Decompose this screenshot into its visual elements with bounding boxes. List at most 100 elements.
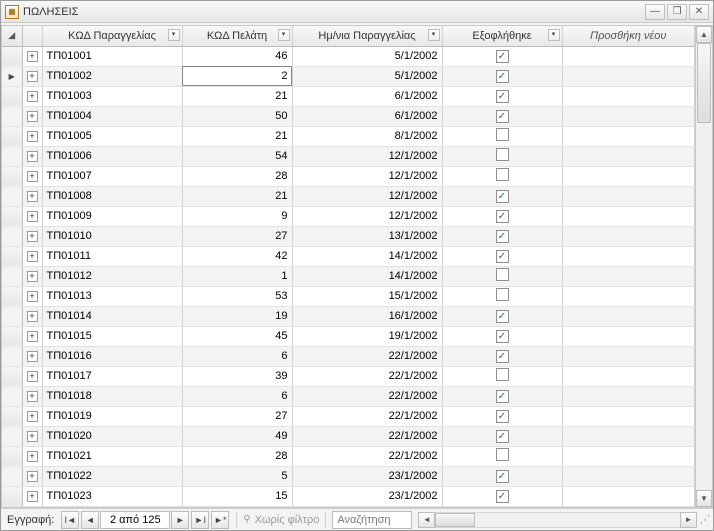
row-selector[interactable] [2, 206, 22, 226]
cell-order-date[interactable]: 12/1/2002 [292, 206, 442, 226]
cell-customer-id[interactable]: 53 [182, 286, 292, 306]
search-input[interactable] [332, 511, 412, 529]
checkbox[interactable] [496, 50, 509, 63]
plus-icon[interactable]: + [27, 231, 38, 242]
checkbox[interactable] [496, 268, 509, 281]
cell-order-date[interactable]: 22/1/2002 [292, 386, 442, 406]
checkbox[interactable] [496, 350, 509, 363]
row-selector[interactable] [2, 66, 22, 86]
plus-icon[interactable]: + [27, 411, 38, 422]
cell-order-id[interactable]: ΤΠ01016 [42, 346, 182, 366]
cell-order-id[interactable]: ΤΠ01003 [42, 86, 182, 106]
scroll-track[interactable] [696, 43, 712, 490]
plus-icon[interactable]: + [27, 311, 38, 322]
table-row[interactable]: +ΤΠ01005218/1/2002 [2, 126, 695, 146]
cell-order-id[interactable]: ΤΠ01008 [42, 186, 182, 206]
plus-icon[interactable]: + [27, 151, 38, 162]
row-selector[interactable] [2, 106, 22, 126]
cell-paid[interactable] [442, 426, 562, 446]
restore-button[interactable]: ❐ [667, 4, 687, 20]
cell-paid[interactable] [442, 326, 562, 346]
checkbox[interactable] [496, 190, 509, 203]
cell-empty[interactable] [562, 206, 695, 226]
cell-order-date[interactable]: 5/1/2002 [292, 66, 442, 86]
plus-icon[interactable]: + [27, 111, 38, 122]
expand-cell[interactable]: + [22, 346, 42, 366]
cell-empty[interactable] [562, 466, 695, 486]
row-selector[interactable] [2, 446, 22, 466]
plus-icon[interactable]: + [27, 131, 38, 142]
cell-customer-id[interactable]: 54 [182, 146, 292, 166]
table-row[interactable]: +ΤΠ01003216/1/2002 [2, 86, 695, 106]
cell-order-id[interactable]: ΤΠ01010 [42, 226, 182, 246]
cell-paid[interactable] [442, 486, 562, 506]
nav-prev-button[interactable]: ◄ [81, 511, 99, 529]
cell-order-date[interactable]: 13/1/2002 [292, 226, 442, 246]
expand-cell[interactable]: + [22, 486, 42, 506]
col-order-id[interactable]: ΚΩΔ Παραγγελίας▾ [42, 26, 182, 46]
expand-cell[interactable]: + [22, 206, 42, 226]
row-selector[interactable] [2, 326, 22, 346]
cell-order-date[interactable]: 8/1/2002 [292, 126, 442, 146]
plus-icon[interactable]: + [27, 191, 38, 202]
col-customer-id[interactable]: ΚΩΔ Πελάτη▾ [182, 26, 292, 46]
expand-cell[interactable]: + [22, 326, 42, 346]
cell-order-date[interactable]: 5/1/2002 [292, 46, 442, 66]
cell-empty[interactable] [562, 406, 695, 426]
cell-order-id[interactable]: ΤΠ01007 [42, 166, 182, 186]
checkbox[interactable] [496, 110, 509, 123]
cell-order-date[interactable]: 22/1/2002 [292, 406, 442, 426]
hscroll-thumb[interactable] [435, 513, 475, 527]
cell-order-date[interactable]: 12/1/2002 [292, 166, 442, 186]
cell-customer-id[interactable]: 21 [182, 86, 292, 106]
cell-order-date[interactable]: 23/1/2002 [292, 466, 442, 486]
cell-empty[interactable] [562, 446, 695, 466]
cell-order-date[interactable]: 6/1/2002 [292, 106, 442, 126]
cell-empty[interactable] [562, 126, 695, 146]
cell-paid[interactable] [442, 126, 562, 146]
cell-paid[interactable] [442, 66, 562, 86]
checkbox[interactable] [496, 128, 509, 141]
table-row[interactable]: +ΤΠ010192722/1/2002 [2, 406, 695, 426]
expand-cell[interactable]: + [22, 386, 42, 406]
cell-empty[interactable] [562, 346, 695, 366]
checkbox[interactable] [496, 250, 509, 263]
nav-next-button[interactable]: ► [171, 511, 189, 529]
scroll-up-icon[interactable]: ▲ [696, 26, 712, 43]
cell-empty[interactable] [562, 426, 695, 446]
nav-last-button[interactable]: ►I [191, 511, 209, 529]
table-row[interactable]: +ΤΠ010141916/1/2002 [2, 306, 695, 326]
cell-customer-id[interactable]: 21 [182, 126, 292, 146]
cell-order-id[interactable]: ΤΠ01020 [42, 426, 182, 446]
cell-customer-id[interactable]: 1 [182, 266, 292, 286]
table-row[interactable]: +ΤΠ01009912/1/2002 [2, 206, 695, 226]
cell-paid[interactable] [442, 86, 562, 106]
row-selector[interactable] [2, 426, 22, 446]
cell-order-id[interactable]: ΤΠ01013 [42, 286, 182, 306]
table-row[interactable]: +ΤΠ01012114/1/2002 [2, 266, 695, 286]
row-selector[interactable] [2, 126, 22, 146]
cell-customer-id[interactable]: 6 [182, 386, 292, 406]
expand-cell[interactable]: + [22, 286, 42, 306]
col-dropdown-icon[interactable]: ▾ [428, 29, 440, 41]
row-selector[interactable] [2, 146, 22, 166]
cell-empty[interactable] [562, 286, 695, 306]
expand-cell[interactable]: + [22, 366, 42, 386]
checkbox[interactable] [496, 410, 509, 423]
checkbox[interactable] [496, 288, 509, 301]
expand-cell[interactable]: + [22, 446, 42, 466]
plus-icon[interactable]: + [27, 331, 38, 342]
cell-customer-id[interactable]: 27 [182, 226, 292, 246]
cell-customer-id[interactable]: 42 [182, 246, 292, 266]
row-selector[interactable] [2, 306, 22, 326]
cell-paid[interactable] [442, 346, 562, 366]
cell-order-date[interactable]: 14/1/2002 [292, 246, 442, 266]
record-position-input[interactable] [100, 511, 170, 529]
cell-empty[interactable] [562, 46, 695, 66]
vertical-scrollbar[interactable]: ▲ ▼ [695, 26, 712, 507]
cell-empty[interactable] [562, 486, 695, 506]
cell-order-id[interactable]: ΤΠ01017 [42, 366, 182, 386]
cell-order-id[interactable]: ΤΠ01019 [42, 406, 182, 426]
cell-order-id[interactable]: ΤΠ01001 [42, 46, 182, 66]
row-selector[interactable] [2, 166, 22, 186]
